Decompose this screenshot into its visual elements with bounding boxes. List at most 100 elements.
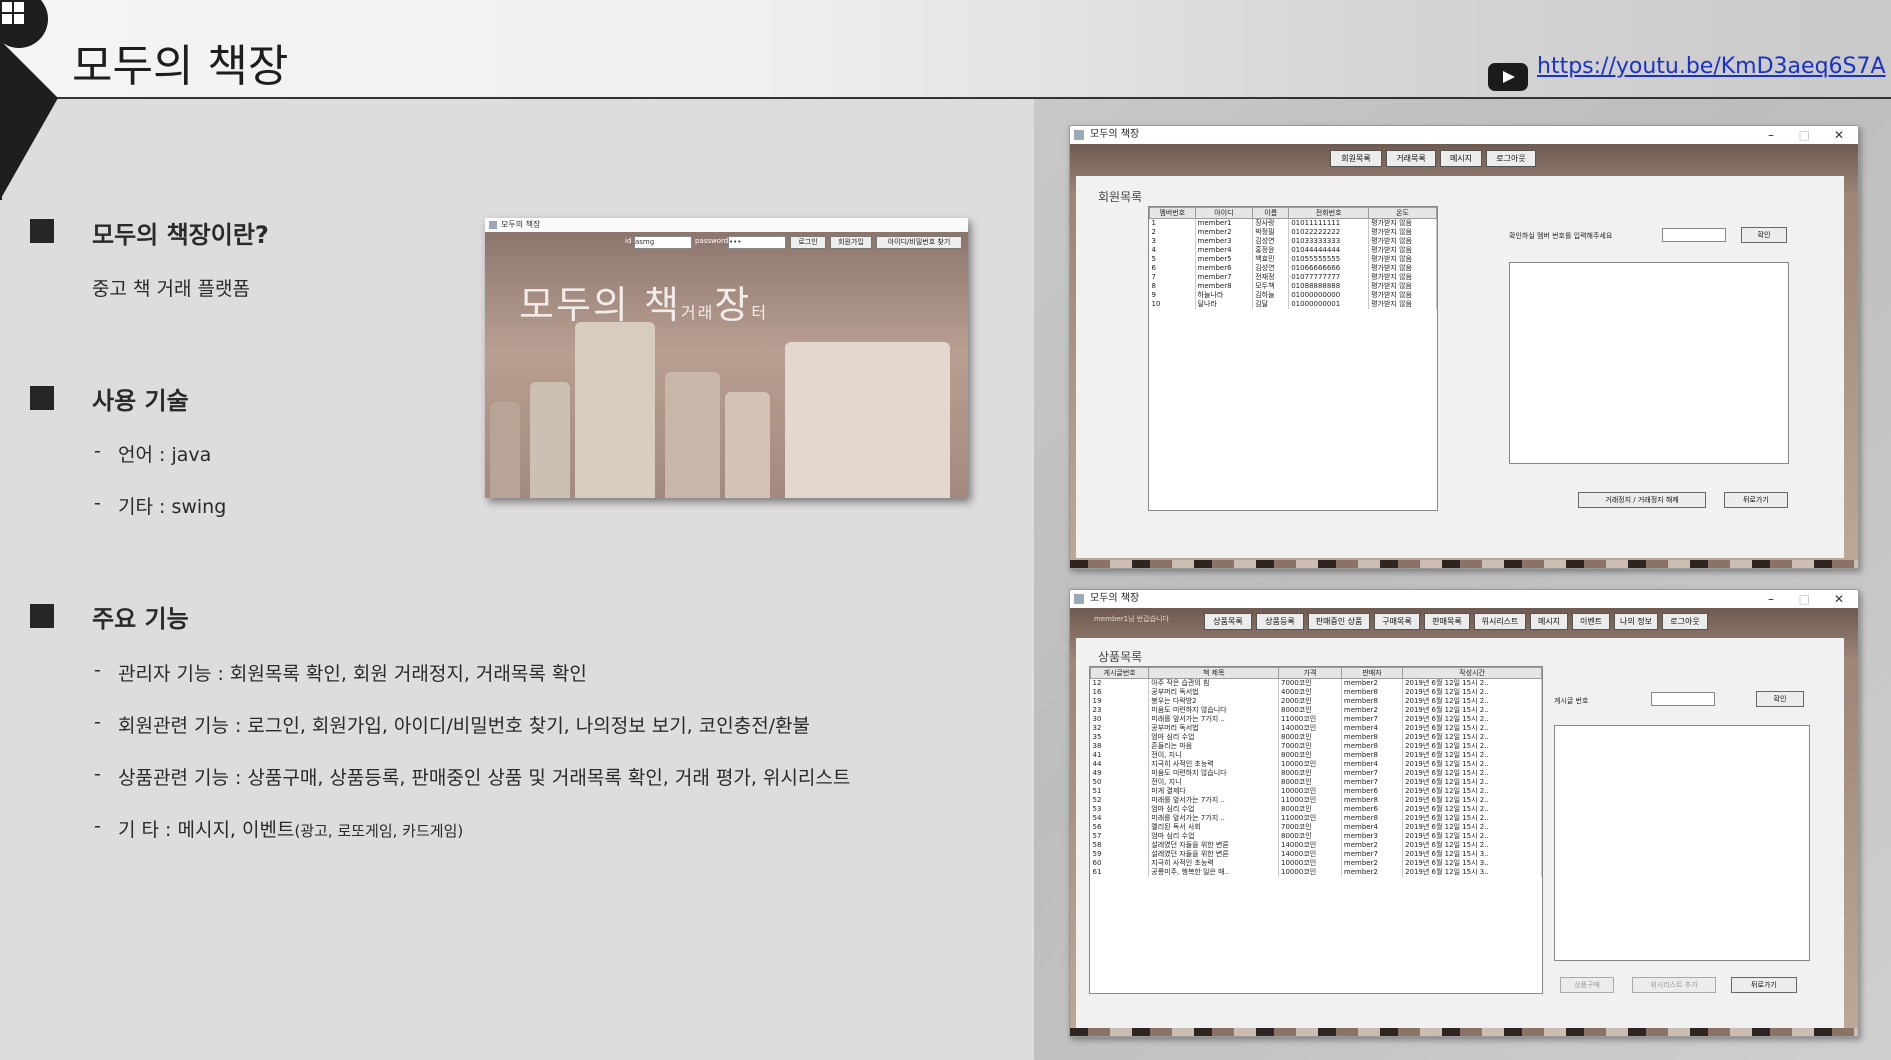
table-row[interactable]: 56 멜리된 독서 사회 7000코인 member4 2019년 6월 12일 15시…: [1090, 823, 1542, 832]
message-button[interactable]: 메시지: [1440, 150, 1482, 167]
product-register-button[interactable]: 상품등록: [1256, 613, 1304, 630]
table-row[interactable]: 60 지극히 사적인 초능력 10000코인 member2 2019년 6월 12일 …: [1090, 859, 1542, 868]
table-row[interactable]: 52 미래를 앞서가는 7가지 .. 11000코인 member8 2019년 6월 …: [1090, 796, 1542, 805]
confirm-button[interactable]: 확인: [1741, 227, 1787, 243]
table-row[interactable]: 2 member2 박정필 01022222222 평가받지 않음: [1149, 228, 1437, 237]
app-icon: [1074, 130, 1084, 140]
product-detail-area[interactable]: [1554, 725, 1810, 961]
column-header[interactable]: 판매자: [1340, 667, 1404, 679]
youtube-link[interactable]: https://youtu.be/KmD3aeq6S7A: [1537, 54, 1886, 79]
post-number-input[interactable]: [1651, 692, 1715, 706]
table-cell: 2019년 6월 12일 15시 2..: [1402, 742, 1542, 751]
table-cell: 16: [1090, 688, 1150, 697]
find-account-button[interactable]: 아이디/비밀번호 찾기: [876, 236, 962, 249]
table-cell: 2019년 6월 12일 15시 2..: [1402, 715, 1542, 724]
table-cell: 홍정윤: [1252, 246, 1290, 255]
close-icon[interactable]: ✕: [1834, 590, 1844, 608]
minimize-icon[interactable]: –: [1768, 590, 1774, 608]
wishlist-button[interactable]: 위시리스트: [1474, 613, 1526, 630]
login-button[interactable]: 로그인: [790, 236, 826, 249]
table-row[interactable]: 49 미움도 미련하지 않습니다 8000코인 member7 2019년 6월 12일…: [1090, 769, 1542, 778]
table-row[interactable]: 19 봉우는 다락방2 2000코인 member8 2019년 6월 12일 15시 …: [1090, 697, 1542, 706]
table-row[interactable]: 38 흔들리는 마음 7000코인 member8 2019년 6월 12일 15시 2…: [1090, 742, 1542, 751]
table-row[interactable]: 57 엄마 심리 수업 8000코인 member3 2019년 6월 12일 15시 …: [1090, 832, 1542, 841]
logout-button[interactable]: 로그아웃: [1486, 150, 1536, 167]
login-background: [485, 232, 968, 498]
member-list-button[interactable]: 회원목록: [1330, 150, 1382, 167]
my-info-button[interactable]: 나의 정보: [1614, 613, 1658, 630]
table-row[interactable]: 61 공룡미주, 행복한 일은 매.. 10000코인 member2 2019년 6월…: [1090, 868, 1542, 877]
table-cell: 35: [1090, 733, 1150, 742]
table-row[interactable]: 51 미게 결제다 10000코인 member6 2019년 6월 12일 15시 2…: [1090, 787, 1542, 796]
id-input[interactable]: asmg: [634, 236, 692, 249]
table-row[interactable]: 53 엄마 심리 수업 8000코인 member6 2019년 6월 12일 15시 …: [1090, 805, 1542, 814]
suspend-toggle-button[interactable]: 거래정지 / 거래정지 해제: [1578, 492, 1706, 508]
welcome-text: member1님 반갑습니다: [1094, 615, 1169, 623]
logout-button[interactable]: 로그아웃: [1662, 613, 1708, 630]
table-row[interactable]: 41 전이, 지니 8000코인 member8 2019년 6월 12일 15시 2.…: [1090, 751, 1542, 760]
confirm-button[interactable]: 확인: [1756, 691, 1804, 707]
member-detail-area[interactable]: [1509, 262, 1789, 464]
table-row[interactable]: 23 미움도 미련하지 않습니다 8000코인 member2 2019년 6월 12일…: [1090, 706, 1542, 715]
product-window: 모두의 책장 – □ ✕ member1님 반갑습니다 상품목록 상품등록 판매…: [1069, 589, 1859, 1037]
table-row[interactable]: 54 미래를 앞서가는 7가지 .. 11000코인 member8 2019년 6월 …: [1090, 814, 1542, 823]
table-cell: 8000코인: [1278, 805, 1342, 814]
table-row[interactable]: 44 지극히 사적인 초능력 10000코인 member4 2019년 6월 12일 …: [1090, 760, 1542, 769]
table-row[interactable]: 30 미래를 앞서가는 7가지 .. 11000코인 member7 2019년 6월 …: [1090, 715, 1542, 724]
column-header[interactable]: 온도: [1368, 207, 1437, 219]
minimize-icon[interactable]: –: [1768, 126, 1774, 144]
column-header[interactable]: 책 제목: [1148, 667, 1279, 679]
back-button[interactable]: 뒤로가기: [1724, 492, 1788, 508]
table-row[interactable]: 10 달나라 김달 01000000001 평가받지 않음: [1149, 300, 1437, 309]
table-row[interactable]: 6 member6 김성연 01066666666 평가받지 않음: [1149, 264, 1437, 273]
column-header[interactable]: 전화번호: [1288, 207, 1370, 219]
table-row[interactable]: 1 member1 장사랑 01011111111 평가받지 않음: [1149, 218, 1437, 228]
column-header[interactable]: 아이디: [1194, 207, 1254, 219]
column-header[interactable]: 가격: [1277, 667, 1342, 679]
back-button[interactable]: 뒤로가기: [1731, 977, 1797, 993]
feature-item-etc: 기 타 : 메시지, 이벤트(광고, 로또게임, 카드게임): [118, 815, 463, 842]
buy-product-button[interactable]: 상품구매: [1560, 977, 1614, 993]
column-header[interactable]: 이름: [1252, 207, 1290, 219]
selling-products-button[interactable]: 판매중인 상품: [1308, 613, 1370, 630]
column-header[interactable]: 멤버번호: [1149, 207, 1196, 219]
sales-list-button[interactable]: 판매목록: [1424, 613, 1470, 630]
table-row[interactable]: 50 전이, 지니 8000코인 member7 2019년 6월 12일 15시 2.…: [1090, 778, 1542, 787]
column-header[interactable]: 작성시간: [1402, 667, 1542, 679]
table-row[interactable]: 16 공부머리 독서법 4000코인 member8 2019년 6월 12일 15시 …: [1090, 688, 1542, 697]
table-row[interactable]: 4 member4 홍정윤 01044444444 평가받지 않음: [1149, 246, 1437, 255]
maximize-icon[interactable]: □: [1799, 126, 1810, 144]
product-list-button[interactable]: 상품목록: [1204, 613, 1252, 630]
table-row[interactable]: 8 member8 모두책 01088888888 평가받지 않음: [1149, 282, 1437, 291]
table-row[interactable]: 58 설레였던 자들을 위한 변론 14000코인 member2 2019년 6월 1…: [1090, 841, 1542, 850]
message-button[interactable]: 메시지: [1530, 613, 1568, 630]
table-cell: 미움도 미련하지 않습니다: [1148, 706, 1279, 715]
member-number-input[interactable]: [1662, 228, 1726, 242]
table-row[interactable]: 3 member3 김성연 01033333333 평가받지 않음: [1149, 237, 1437, 246]
table-cell: 달나라: [1195, 300, 1254, 309]
table-row[interactable]: 59 설레였던 자들을 위한 변론 14000코인 member7 2019년 6월 1…: [1090, 850, 1542, 859]
table-cell: 지극히 사적인 초능력: [1148, 760, 1279, 769]
table-cell: 12: [1090, 678, 1150, 688]
purchase-list-button[interactable]: 구매목록: [1374, 613, 1420, 630]
decorative-bar: [0, 40, 2, 200]
close-icon[interactable]: ✕: [1834, 126, 1844, 144]
table-row[interactable]: 32 공부머리 독서법 14000코인 member4 2019년 6월 12일 15시…: [1090, 724, 1542, 733]
column-header[interactable]: 게시글번호: [1089, 667, 1150, 679]
maximize-icon[interactable]: □: [1799, 590, 1810, 608]
table-row[interactable]: 9 하늘나라 김하늘 01000000000 평가받지 않음: [1149, 291, 1437, 300]
table-row[interactable]: 12 아주 작은 습관의 힘 7000코인 member2 2019년 6월 12일 1…: [1090, 678, 1542, 688]
table-row[interactable]: 35 엄마 심리 수업 8000코인 member8 2019년 6월 12일 15시 …: [1090, 733, 1542, 742]
add-wishlist-button[interactable]: 위시리스트 추가: [1632, 977, 1716, 993]
password-input[interactable]: •••: [728, 236, 786, 249]
table-cell: 7000코인: [1278, 678, 1342, 688]
trade-list-button[interactable]: 거래목록: [1386, 150, 1436, 167]
table-cell: 전재정: [1252, 273, 1290, 282]
event-button[interactable]: 이벤트: [1572, 613, 1610, 630]
table-row[interactable]: 5 member5 백효민 01055555555 평가받지 않음: [1149, 255, 1437, 264]
signup-button[interactable]: 회원가입: [830, 236, 872, 249]
table-row[interactable]: 7 member7 전재정 01077777777 평가받지 않음: [1149, 273, 1437, 282]
table-cell: member3: [1341, 832, 1404, 841]
table-cell: member6: [1195, 264, 1254, 273]
youtube-play-icon[interactable]: [1488, 63, 1528, 91]
